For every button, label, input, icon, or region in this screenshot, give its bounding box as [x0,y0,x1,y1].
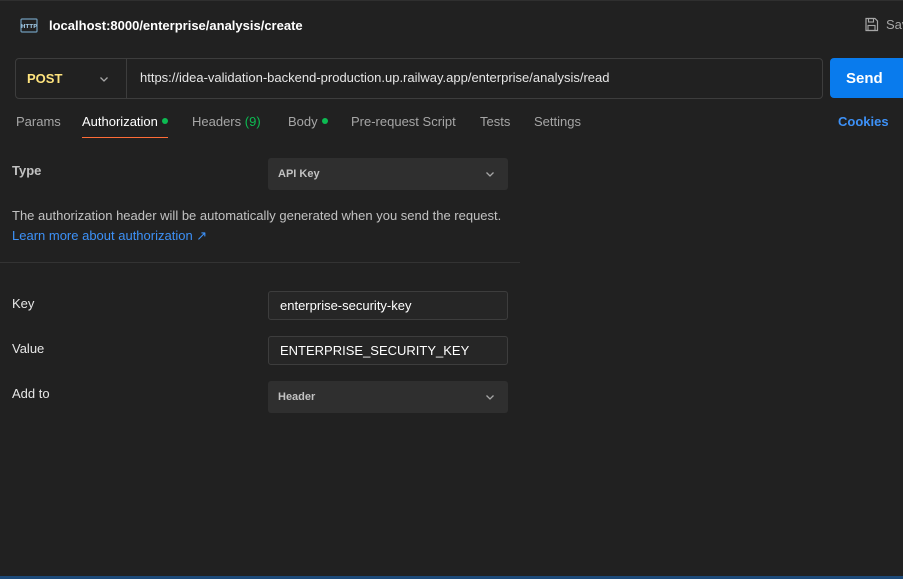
key-input[interactable]: enterprise-security-key [268,291,508,320]
auth-type-select[interactable]: API Key [268,158,508,190]
addto-select[interactable]: Header [268,381,508,413]
http-icon: HTTP [20,18,38,33]
save-icon [865,17,879,32]
section-divider [0,262,520,263]
cookies-link[interactable]: Cookies [838,114,889,129]
url-input[interactable]: https://idea-validation-backend-producti… [140,70,609,85]
tab-headers[interactable]: Headers (9) [192,114,261,129]
tab-body[interactable]: Body [288,114,328,129]
auth-type-value: API Key [278,168,320,180]
chevron-down-icon [100,77,108,82]
tab-authorization[interactable]: Authorization [82,114,168,129]
tab-authorization-label: Authorization [82,114,158,129]
auth-type-label: Type [12,163,42,178]
headers-count: (9) [244,114,261,129]
addto-label: Add to [12,386,50,401]
status-dot [321,118,328,124]
addto-value: Header [278,391,316,403]
tab-body-label: Body [288,114,318,129]
save-label: Save [886,17,903,32]
svg-text:HTTP: HTTP [21,24,37,30]
status-dot [161,118,168,124]
learn-more-link[interactable]: Learn more about authorization ↗ [12,228,207,244]
method-label: POST [27,71,63,86]
value-label: Value [12,341,45,356]
send-button[interactable]: Send [830,58,903,98]
auth-description: The authorization header will be automat… [12,208,502,223]
method-select[interactable]: POST [16,59,127,98]
value-input[interactable]: ENTERPRISE_SECURITY_KEY [268,336,508,365]
url-bar: POST https://idea-validation-backend-pro… [15,58,823,99]
chevron-down-icon [486,395,494,400]
request-title-bar: HTTP localhost:8000/enterprise/analysis/… [0,0,903,52]
key-label: Key [12,296,35,311]
tab-tests[interactable]: Tests [480,114,510,129]
tab-prerequest-script[interactable]: Pre-request Script [351,114,456,129]
request-title[interactable]: localhost:8000/enterprise/analysis/creat… [49,18,303,33]
chevron-down-icon [486,172,494,177]
request-tabs: Params Authorization Headers (9) Body Pr… [0,110,903,140]
tab-params[interactable]: Params [16,114,61,129]
active-tab-indicator [82,137,168,138]
save-button[interactable]: Save [864,17,903,32]
tab-headers-label: Headers [192,114,242,129]
tab-settings[interactable]: Settings [534,114,581,129]
